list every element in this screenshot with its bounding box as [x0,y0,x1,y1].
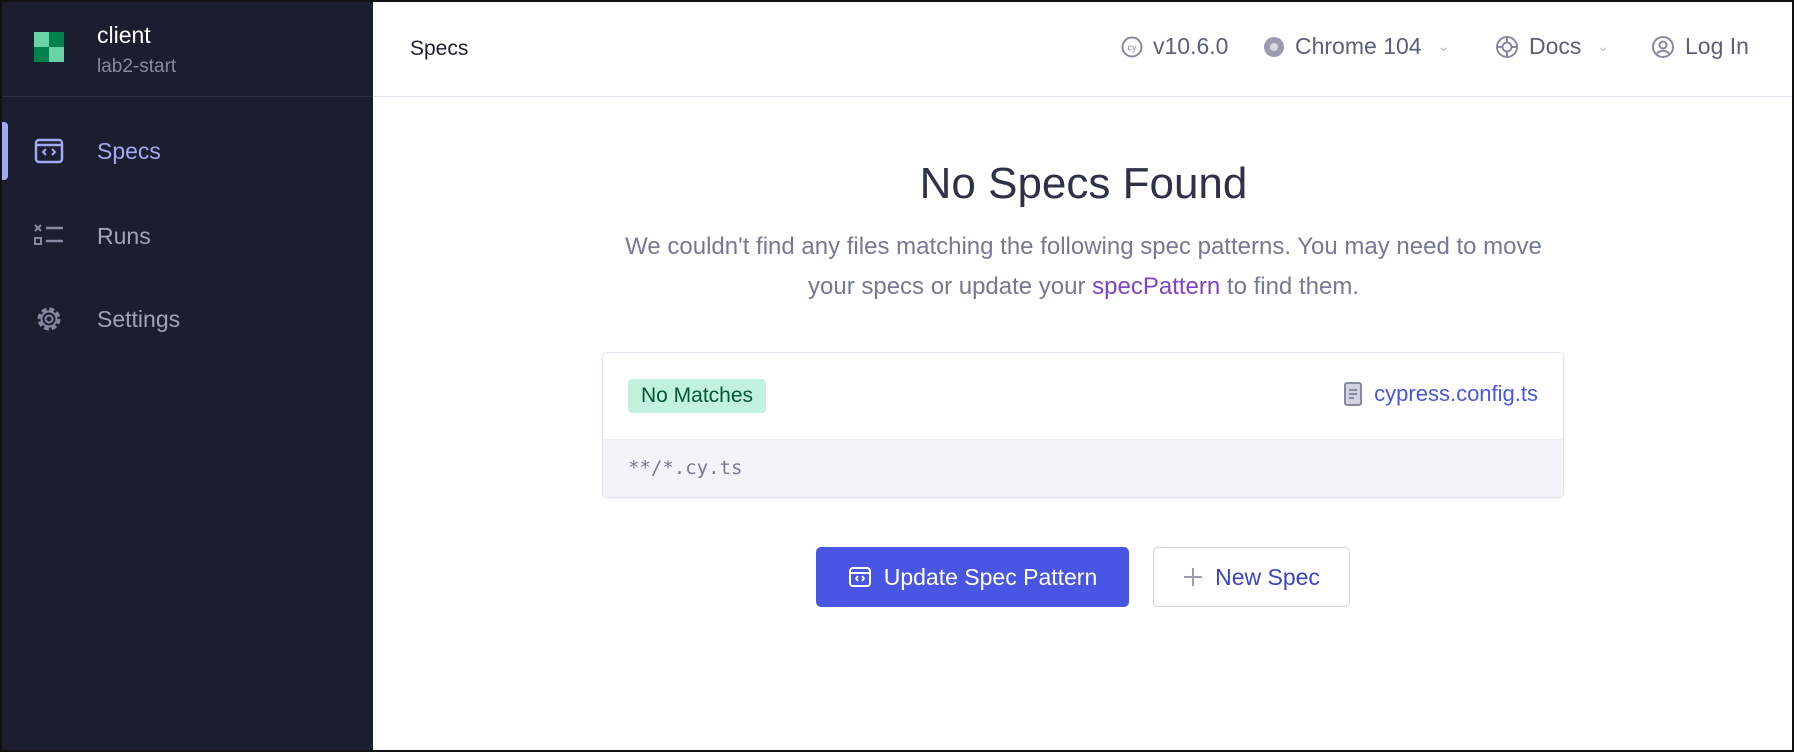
runs-list-icon [34,224,63,245]
browser-label: Chrome 104 [1295,33,1422,59]
sidebar-item-label: Specs [97,137,161,164]
user-icon [1652,35,1674,58]
project-name: client [97,22,151,48]
new-spec-button[interactable]: New Spec [1153,547,1350,607]
chrome-icon [1264,36,1284,57]
description: We couldn't find any files matching the … [623,227,1544,307]
version-badge[interactable]: cy v10.6.0 [1121,33,1228,60]
description-text-end: to find them. [1220,273,1359,300]
lifebuoy-icon [1496,35,1518,58]
cypress-logo-icon [34,32,64,62]
sidebar-item-settings[interactable]: Settings [0,290,373,348]
sidebar-item-label: Runs [97,222,151,249]
config-file-link[interactable]: cypress.config.ts [1344,381,1538,407]
config-file-label: cypress.config.ts [1374,381,1538,406]
project-header[interactable]: client lab2-start [0,0,373,97]
spec-pattern-card: No Matches cypress.config.ts **/*.cy.ts [602,352,1564,498]
gear-icon [37,307,61,331]
project-branch: lab2-start [97,56,177,77]
login-button[interactable]: Log In [1651,33,1749,60]
main-content: No Specs Found We couldn't find any file… [373,97,1794,752]
sidebar-item-specs[interactable]: Specs [0,122,373,180]
browser-dropdown[interactable]: Chrome 104 ⌄ [1263,33,1449,60]
document-icon [1344,382,1363,406]
docs-dropdown[interactable]: Docs ⌄ [1495,33,1609,60]
sidebar-item-runs[interactable]: Runs [0,207,373,265]
button-label: New Spec [1215,563,1320,590]
description-text: We couldn't find any files matching the … [625,233,1542,300]
spec-pattern-link[interactable]: specPattern [1092,273,1220,300]
sidebar: client lab2-start Specs Runs Settings [0,0,373,752]
chevron-down-icon: ⌄ [1597,38,1610,54]
breadcrumb: Specs [410,37,469,60]
code-window-icon [848,567,871,587]
svg-text:cy: cy [1128,42,1138,52]
chevron-down-icon: ⌄ [1437,38,1450,54]
code-window-icon [34,138,64,164]
plus-icon [1184,568,1203,586]
docs-label: Docs [1529,33,1582,59]
spec-pattern: **/*.cy.ts [603,439,1563,497]
login-label: Log In [1685,33,1749,59]
page-title: No Specs Found [919,159,1248,208]
button-label: Update Spec Pattern [883,563,1098,590]
top-bar: Specs cy v10.6.0 Chrome 104 ⌄ Docs ⌄ Log… [373,0,1794,97]
cypress-icon: cy [1121,36,1143,57]
sidebar-item-label: Settings [97,305,181,332]
update-spec-pattern-button[interactable]: Update Spec Pattern [816,547,1129,607]
status-badge: No Matches [628,379,767,413]
version-label: v10.6.0 [1153,33,1229,59]
